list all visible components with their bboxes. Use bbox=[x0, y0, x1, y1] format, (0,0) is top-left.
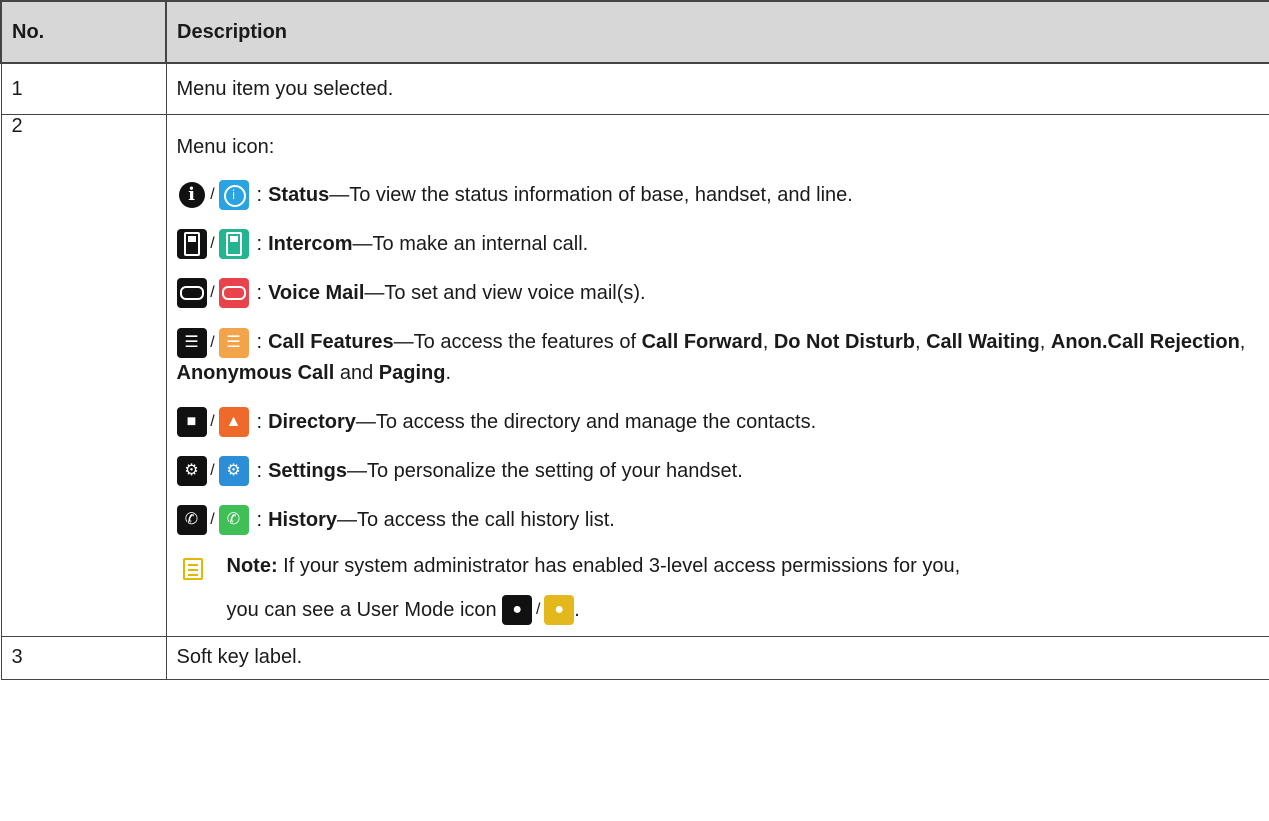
period: . bbox=[574, 598, 580, 621]
table-header-row: No. Description bbox=[0, 0, 1269, 64]
separator: , bbox=[914, 331, 927, 353]
slash: / bbox=[210, 284, 215, 301]
voicemail-icon bbox=[176, 278, 207, 308]
slash: / bbox=[210, 186, 215, 203]
handset-icon bbox=[218, 229, 249, 259]
table-row: 2 Menu icon: / : Status —To view the sta… bbox=[0, 114, 1269, 637]
item-name: Intercom bbox=[268, 233, 353, 255]
item-desc: —To access the features of bbox=[393, 331, 642, 353]
slash: / bbox=[535, 600, 541, 618]
conjunction: and bbox=[334, 361, 379, 384]
period: . bbox=[445, 361, 452, 384]
table-row: 3 Soft key label. bbox=[0, 635, 1269, 680]
colon: : bbox=[256, 508, 263, 531]
menu-item-status: / : Status —To view the status informati… bbox=[176, 180, 1260, 210]
item-name: History bbox=[268, 508, 337, 531]
note-text-1: If your system administrator has enabled… bbox=[283, 554, 961, 577]
separator: , bbox=[1039, 331, 1051, 353]
menu-item-history: ✆ / ✆ : History —To access the call hist… bbox=[176, 504, 1260, 535]
item-desc: —To access the directory and manage the … bbox=[355, 410, 817, 433]
note-text-2: you can see a User Mode icon bbox=[226, 598, 497, 621]
separator: , bbox=[762, 331, 774, 353]
slash: / bbox=[210, 333, 215, 351]
info-icon bbox=[176, 180, 207, 210]
history-icon: ✆ bbox=[218, 504, 249, 535]
table-row: 1 Menu item you selected. bbox=[0, 62, 1269, 115]
colon: : bbox=[256, 410, 263, 433]
feature-call-forward: Call Forward bbox=[641, 331, 763, 353]
item-name: Directory bbox=[268, 410, 356, 433]
separator: , bbox=[1239, 331, 1246, 353]
history-icon: ✆ bbox=[176, 504, 207, 535]
feature-do-not-disturb: Do Not Disturb bbox=[773, 331, 915, 353]
info-icon bbox=[218, 180, 249, 210]
feature-anon-call-rejection: Anon.Call Rejection bbox=[1050, 331, 1240, 353]
gear-icon: ⚙ bbox=[176, 455, 207, 486]
header-description: Description bbox=[165, 0, 1269, 64]
call-features-icon: ☰ bbox=[176, 327, 207, 358]
note: Note: If your system administrator has e… bbox=[177, 554, 1260, 632]
slash: / bbox=[210, 510, 215, 528]
colon: : bbox=[256, 331, 263, 353]
item-desc: —To make an internal call. bbox=[352, 233, 589, 255]
row-description: Soft key label. bbox=[165, 635, 1269, 680]
colon: : bbox=[256, 459, 263, 482]
colon: : bbox=[256, 282, 263, 304]
item-name: Settings bbox=[268, 459, 347, 482]
item-name: Status bbox=[268, 184, 330, 206]
directory-icon: ■ bbox=[176, 406, 207, 437]
header-no: No. bbox=[0, 0, 167, 64]
item-desc: —To set and view voice mail(s). bbox=[364, 282, 646, 304]
call-features-icon: ☰ bbox=[218, 327, 249, 358]
gear-icon: ⚙ bbox=[218, 455, 249, 486]
item-name: Call Features bbox=[268, 331, 394, 353]
feature-call-waiting: Call Waiting bbox=[926, 331, 1040, 353]
note-icon bbox=[182, 557, 203, 580]
menu-item-voicemail: / : Voice Mail —To set and view voice ma… bbox=[176, 278, 1260, 308]
item-name: Voice Mail bbox=[268, 282, 365, 304]
description-table: No. Description 1 Menu item you selected… bbox=[0, 0, 1269, 680]
colon: : bbox=[256, 233, 263, 255]
menu-item-intercom: / : Intercom —To make an internal call. bbox=[176, 229, 1260, 259]
voicemail-icon bbox=[218, 278, 249, 308]
item-desc: —To personalize the setting of your hand… bbox=[346, 459, 743, 482]
user-mode-icon: ● bbox=[502, 595, 533, 626]
row-description: Menu icon: / : Status —To view the statu… bbox=[165, 114, 1269, 637]
directory-icon: ▲ bbox=[218, 406, 249, 437]
handset-icon bbox=[176, 229, 207, 259]
slash: / bbox=[210, 461, 215, 479]
menu-item-directory: ■ / ▲ : Directory —To access the directo… bbox=[176, 406, 1260, 437]
row-description: Menu item you selected. bbox=[165, 62, 1269, 115]
user-mode-icon: ● bbox=[544, 595, 575, 626]
feature-paging: Paging bbox=[378, 361, 446, 384]
note-label: Note: bbox=[226, 554, 278, 577]
item-desc: —To view the status information of base,… bbox=[329, 184, 853, 206]
item-desc: —To access the call history list. bbox=[336, 508, 615, 531]
slash: / bbox=[210, 412, 215, 430]
menu-intro: Menu icon: bbox=[176, 136, 275, 158]
row-number: 1 bbox=[0, 62, 167, 115]
menu-item-call-features: ☰ / ☰: Call Features—To access the features… bbox=[176, 327, 1260, 388]
feature-anonymous-call: Anonymous Call bbox=[176, 361, 335, 384]
slash: / bbox=[210, 235, 215, 252]
colon: : bbox=[256, 184, 263, 206]
row-number: 3 bbox=[0, 635, 167, 680]
row-number: 2 bbox=[0, 114, 167, 637]
menu-item-settings: ⚙ / ⚙ : Settings —To personalize the set… bbox=[176, 455, 1260, 486]
